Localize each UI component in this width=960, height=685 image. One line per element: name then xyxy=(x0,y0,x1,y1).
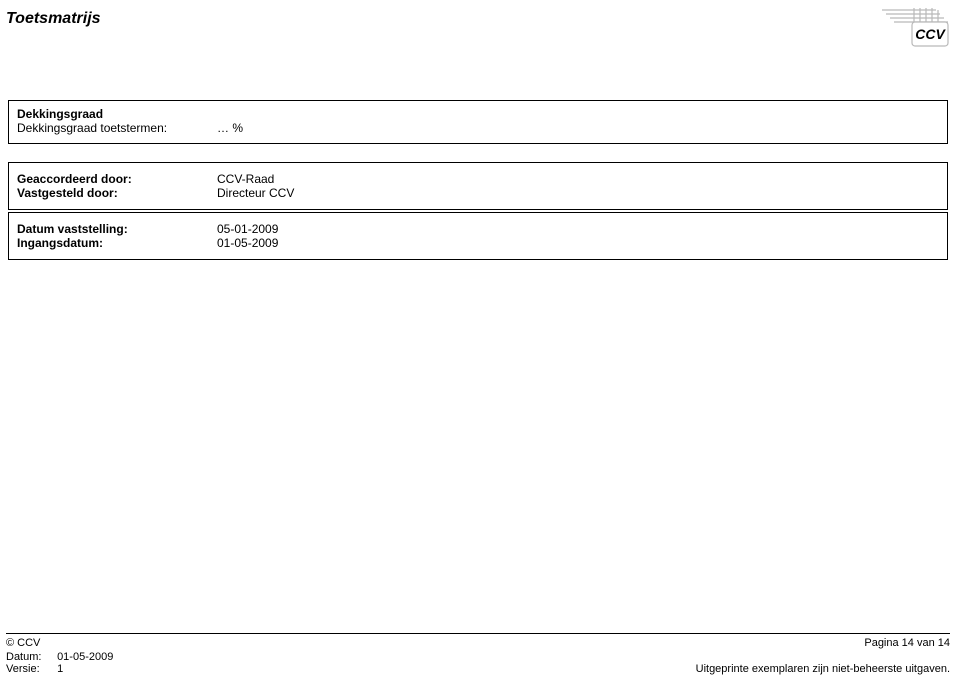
page-title: Toetsmatrijs xyxy=(6,6,101,28)
dekkingsgraad-heading: Dekkingsgraad xyxy=(17,107,939,121)
vaststelling-label: Datum vaststelling: xyxy=(17,222,217,236)
dates-section: Datum vaststelling: 05-01-2009 Ingangsda… xyxy=(8,212,948,260)
header: Toetsmatrijs CCV xyxy=(6,6,950,56)
vaststelling-row: Datum vaststelling: 05-01-2009 xyxy=(17,222,939,236)
footer-versie-label: Versie: xyxy=(6,663,54,675)
page-container: Toetsmatrijs CCV Dekkingsgraad xyxy=(0,0,960,685)
ingangs-label: Ingangsdatum: xyxy=(17,236,217,250)
footer-datum-label: Datum: xyxy=(6,651,54,663)
ccv-logo-icon: CCV xyxy=(870,6,950,50)
accorded-label: Geaccordeerd door: xyxy=(17,172,217,186)
accorded-value: CCV-Raad xyxy=(217,172,274,186)
footer-page: Pagina 14 van 14 xyxy=(864,637,950,649)
dekkingsgraad-section: Dekkingsgraad Dekkingsgraad toetstermen:… xyxy=(8,100,948,144)
vastgesteld-label: Vastgesteld door: xyxy=(17,186,217,200)
svg-text:CCV: CCV xyxy=(915,26,946,42)
footer-bottom: Datum: 01-05-2009 Versie: 1 Uitgeprinte … xyxy=(6,651,950,675)
vastgesteld-value: Directeur CCV xyxy=(217,186,294,200)
vastgesteld-row: Vastgesteld door: Directeur CCV xyxy=(17,186,939,200)
footer-datum-value: 01-05-2009 xyxy=(57,651,113,663)
ingangs-value: 01-05-2009 xyxy=(217,236,278,250)
dekkingsgraad-value: … % xyxy=(217,121,243,135)
footer-top: © CCV Pagina 14 van 14 xyxy=(6,637,950,649)
dekkingsgraad-row: Dekkingsgraad toetstermen: … % xyxy=(17,121,939,135)
footer-copyright: © CCV xyxy=(6,637,40,649)
footer-versie-value: 1 xyxy=(57,663,63,675)
footer-meta: Datum: 01-05-2009 Versie: 1 xyxy=(6,651,113,675)
footer: © CCV Pagina 14 van 14 Datum: 01-05-2009… xyxy=(6,633,950,675)
footer-print-note: Uitgeprinte exemplaren zijn niet-beheers… xyxy=(696,663,950,675)
accorded-row: Geaccordeerd door: CCV-Raad xyxy=(17,172,939,186)
approval-section: Geaccordeerd door: CCV-Raad Vastgesteld … xyxy=(8,162,948,210)
vaststelling-value: 05-01-2009 xyxy=(217,222,278,236)
dekkingsgraad-label: Dekkingsgraad toetstermen: xyxy=(17,121,217,135)
ingangs-row: Ingangsdatum: 01-05-2009 xyxy=(17,236,939,250)
